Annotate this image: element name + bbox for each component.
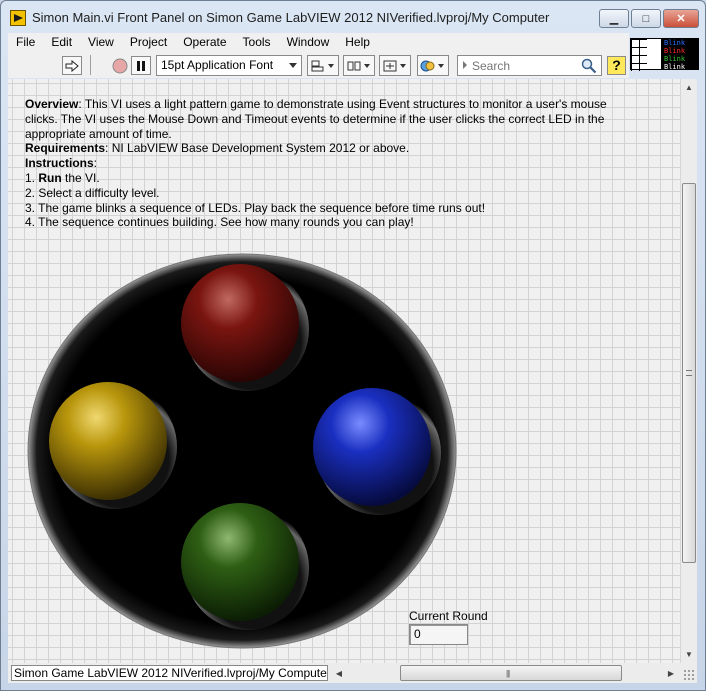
menu-project[interactable]: Project <box>122 33 175 53</box>
current-round-label: Current Round <box>409 609 488 623</box>
project-path[interactable]: Simon Game LabVIEW 2012 NIVerified.lvpro… <box>11 665 328 681</box>
run-arrow-button[interactable] <box>62 56 82 75</box>
align-icon <box>311 60 334 71</box>
led-green-bulb[interactable] <box>181 503 299 621</box>
close-button[interactable]: ✕ <box>663 9 699 28</box>
minimize-button[interactable]: ▁ <box>599 9 629 28</box>
toolbar: 15pt Application Font ? <box>8 53 629 78</box>
status-bar: Simon Game LabVIEW 2012 NIVerified.lvpro… <box>8 663 697 683</box>
blink-word: Blink <box>664 63 686 71</box>
pause-button[interactable] <box>131 56 151 75</box>
requirements-body: : NI LabVIEW Base Development System 201… <box>105 141 410 156</box>
toolbar-separator <box>90 55 91 75</box>
stop-icon <box>112 58 128 73</box>
run-arrow-icon <box>65 59 79 72</box>
vertical-scrollbar[interactable]: ▲ ▼ <box>680 79 697 663</box>
scroll-left-arrow-icon[interactable]: ◀ <box>332 665 346 681</box>
align-objects-dropdown[interactable] <box>307 55 339 76</box>
labview-window: Simon Main.vi Front Panel on Simon Game … <box>0 0 706 691</box>
distribute-objects-dropdown[interactable] <box>343 55 375 76</box>
step-1-num: 1. <box>25 170 39 185</box>
menu-view[interactable]: View <box>80 33 122 53</box>
menu-operate[interactable]: Operate <box>175 33 234 53</box>
blink-word: Blink <box>664 55 686 63</box>
blink-word: Blink <box>664 47 686 55</box>
title-bar[interactable]: Simon Main.vi Front Panel on Simon Game … <box>1 1 705 33</box>
distribute-icon <box>347 61 370 70</box>
scroll-down-arrow-icon[interactable]: ▼ <box>681 646 697 663</box>
current-round-indicator: 0 <box>409 624 468 645</box>
font-dropdown[interactable]: 15pt Application Font <box>156 55 302 76</box>
blink-word: Blink <box>664 39 686 47</box>
search-box[interactable] <box>457 55 602 76</box>
menu-help[interactable]: Help <box>337 33 378 53</box>
resize-objects-dropdown[interactable] <box>379 55 411 76</box>
menu-edit[interactable]: Edit <box>43 33 80 53</box>
grip-icon: ||| <box>506 669 510 678</box>
instructions-label: Instructions <box>25 156 94 171</box>
resize-grip-icon[interactable] <box>683 669 695 681</box>
reorder-dropdown[interactable] <box>417 55 449 76</box>
abort-button[interactable] <box>110 56 130 75</box>
menu-bar: File Edit View Project Operate Tools Win… <box>8 33 629 53</box>
overview-label: Overview <box>25 97 79 111</box>
window-title: Simon Main.vi Front Panel on Simon Game … <box>32 10 550 25</box>
step-1-bold: Run <box>38 170 62 185</box>
overview-text: Overview: This VI uses a light pattern g… <box>25 97 625 230</box>
step-2: 2. Select a difficulty level. <box>25 185 160 200</box>
horizontal-scroll-thumb[interactable]: ||| <box>400 665 622 681</box>
vertical-scroll-thumb[interactable] <box>682 183 696 563</box>
step-4: 4. The sequence continues building. See … <box>25 215 414 230</box>
pause-icon <box>137 60 145 71</box>
scroll-up-arrow-icon[interactable]: ▲ <box>681 79 697 96</box>
maximize-button[interactable]: □ <box>631 9 661 28</box>
connector-pane-grid <box>631 39 647 71</box>
resize-icon <box>383 60 406 71</box>
search-icon[interactable] <box>581 58 597 74</box>
horizontal-scrollbar[interactable]: ◀ ||| ▶ <box>330 663 680 683</box>
vi-icon-pane[interactable] <box>630 38 662 71</box>
step-1-rest: the VI. <box>61 170 100 185</box>
labview-vi-icon <box>10 10 26 26</box>
search-scope-caret-icon[interactable] <box>463 61 467 69</box>
led-red-bulb[interactable] <box>181 264 299 382</box>
search-input[interactable] <box>472 58 580 73</box>
vi-icon-blink[interactable]: Blink Blink Blink Blink <box>662 38 699 71</box>
step-3: 3. The game blinks a sequence of LEDs. P… <box>25 200 486 215</box>
scroll-right-arrow-icon[interactable]: ▶ <box>664 665 678 681</box>
menu-tools[interactable]: Tools <box>235 33 279 53</box>
instructions-colon: : <box>93 156 98 171</box>
chevron-down-icon <box>289 63 297 68</box>
grip-icon <box>686 370 692 376</box>
context-help-button[interactable]: ? <box>607 56 626 75</box>
led-yellow-bulb[interactable] <box>49 382 167 500</box>
front-panel[interactable]: Overview: This VI uses a light pattern g… <box>8 79 680 663</box>
led-blue-bulb[interactable] <box>313 388 431 506</box>
menu-file[interactable]: File <box>8 33 43 53</box>
menu-window[interactable]: Window <box>279 33 338 53</box>
reorder-icon <box>420 60 444 71</box>
simon-game-board <box>27 253 457 649</box>
requirements-label: Requirements <box>25 141 106 156</box>
font-dropdown-value: 15pt Application Font <box>161 58 274 72</box>
overview-body: : This VI uses a light pattern game to d… <box>25 97 607 141</box>
